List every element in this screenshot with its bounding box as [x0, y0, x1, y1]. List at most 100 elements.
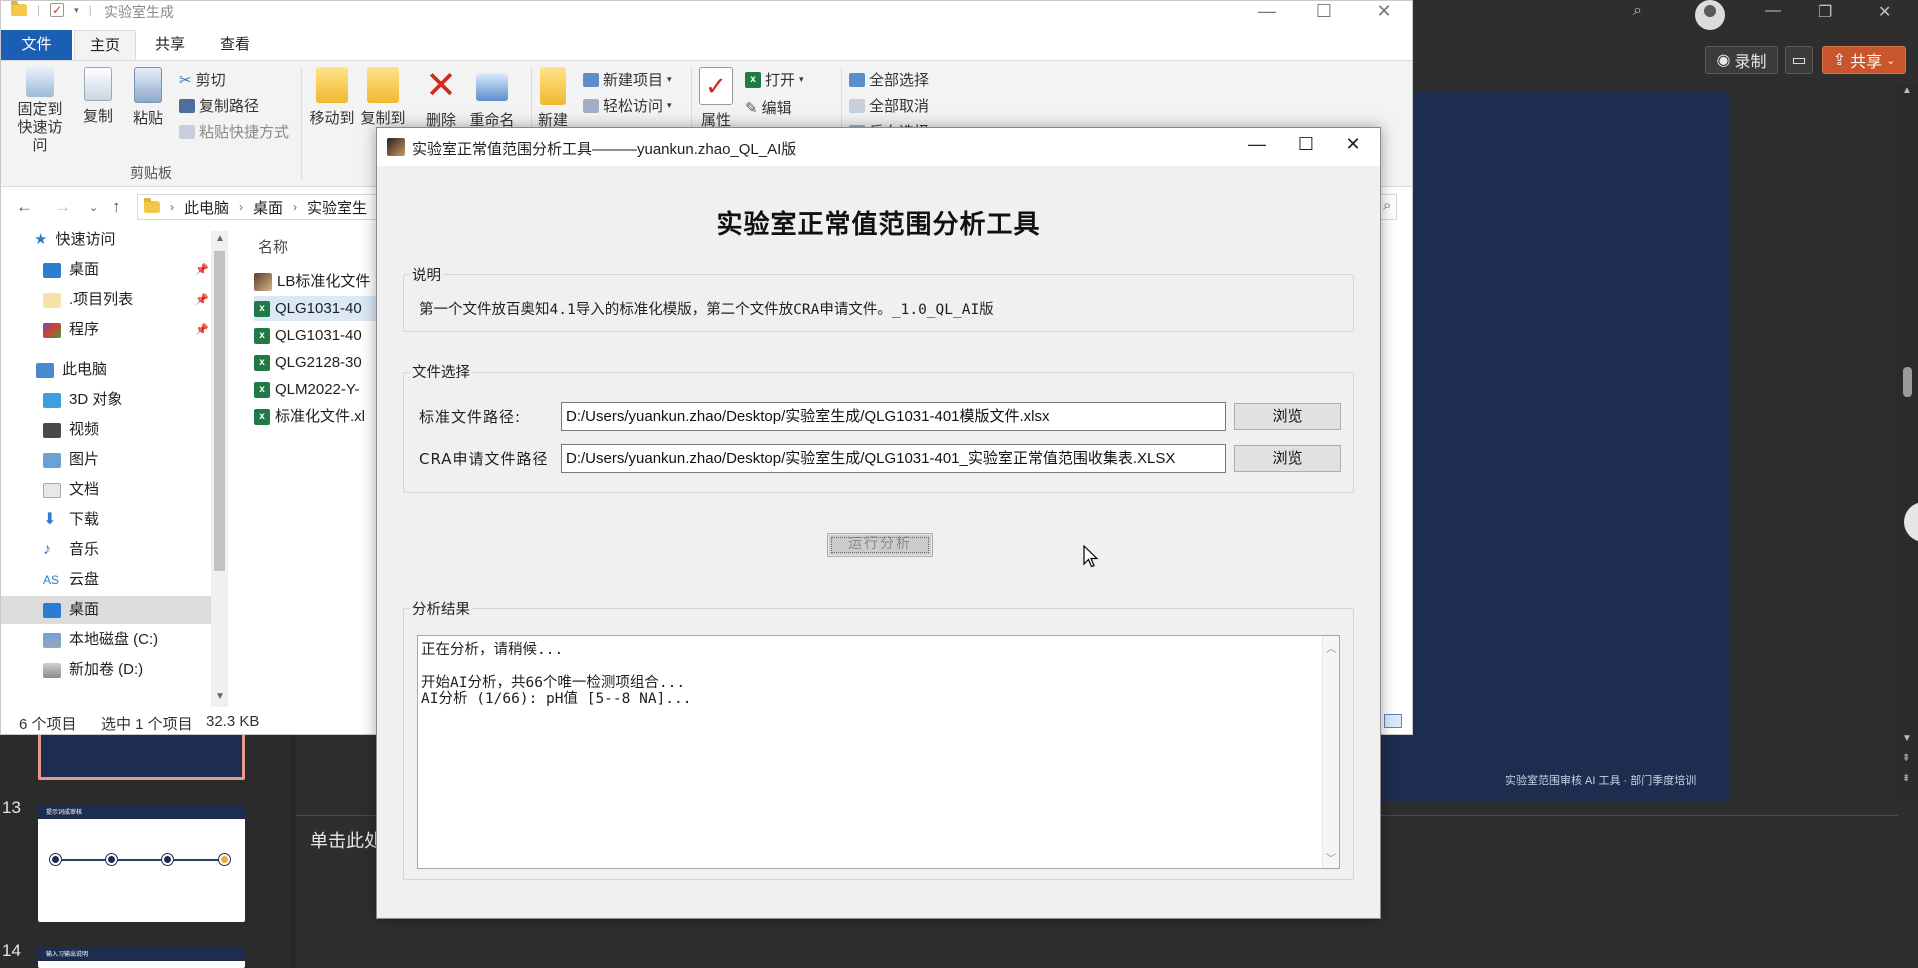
nav-label: 3D 对象	[69, 391, 123, 408]
nav-cloud[interactable]: AS 云盘	[43, 566, 99, 594]
slide-thumbnail-13[interactable]: 提示词成审核	[38, 805, 245, 922]
copy-path-button[interactable]: 复制路径	[179, 95, 259, 116]
move-to-icon	[316, 67, 348, 103]
nav-scrollbar[interactable]: ▲ ▼	[211, 231, 228, 707]
close-icon[interactable]: ✕	[1878, 2, 1891, 22]
nav-downloads[interactable]: ⬇ 下载	[43, 506, 99, 534]
nav-programs[interactable]: 程序 📌	[43, 316, 211, 344]
column-header-name[interactable]: 名称	[258, 236, 288, 257]
properties-check-icon[interactable]: ✓	[50, 3, 65, 17]
up-arrow-icon[interactable]: ↑	[112, 197, 121, 217]
file-item[interactable]: LB标准化文件	[254, 269, 390, 294]
forward-arrow-icon[interactable]: →	[54, 197, 71, 217]
open-button[interactable]: x 打开 ▾	[745, 69, 804, 90]
account-avatar[interactable]	[1695, 0, 1725, 30]
select-all-button[interactable]: 全部选择	[849, 69, 929, 90]
slide-thumbnail-14[interactable]: 输入习输出说明	[38, 947, 245, 968]
close-icon[interactable]: ✕	[1330, 134, 1376, 155]
run-analysis-button[interactable]: 运行分析	[827, 533, 933, 557]
maximize-icon[interactable]: ☐	[1283, 134, 1329, 155]
minimize-icon[interactable]: —	[1765, 2, 1781, 20]
notes-placeholder[interactable]: 单击此处	[310, 827, 382, 853]
new-folder-button[interactable]: 新建	[524, 67, 582, 130]
nav-music[interactable]: ♪ 音乐	[43, 536, 99, 564]
browse-cra-file-button[interactable]: 浏览	[1234, 445, 1341, 472]
search-icon[interactable]: ⌕	[1383, 197, 1391, 214]
scrollbar-thumb[interactable]	[1903, 367, 1912, 397]
prev-slide-icon[interactable]: ⇞	[1902, 753, 1910, 764]
timeline-dot	[50, 854, 61, 865]
nav-documents[interactable]: 文档	[43, 476, 99, 504]
nav-pictures[interactable]: 图片	[43, 446, 99, 474]
nav-desktop-pinned[interactable]: 桌面 📌	[43, 256, 211, 284]
paste-button[interactable]: 粘贴	[119, 67, 177, 128]
nav-local-disk-c[interactable]: 本地磁盘 (C:)	[43, 626, 158, 654]
scrollbar-thumb[interactable]	[214, 251, 225, 571]
nav-this-pc[interactable]: 此电脑	[36, 356, 107, 384]
delete-button[interactable]: ✕ 删除	[412, 67, 470, 130]
breadcrumb-desktop[interactable]: 桌面	[253, 197, 283, 218]
scroll-down-icon[interactable]: ▼	[1902, 733, 1912, 744]
cut-button[interactable]: ✂ 剪切	[179, 69, 226, 90]
folder-icon[interactable]	[11, 1, 27, 16]
restore-icon[interactable]: ❐	[1818, 2, 1832, 22]
tab-view[interactable]: 查看	[206, 30, 264, 60]
nav-videos[interactable]: 视频	[43, 416, 99, 444]
result-scrollbar[interactable]: ︿ ﹀	[1322, 636, 1339, 868]
tab-home[interactable]: 主页	[74, 30, 136, 60]
minimize-icon[interactable]: —	[1234, 134, 1280, 155]
file-item[interactable]: x QLG2128-30	[254, 350, 390, 375]
details-view-icon[interactable]	[1384, 714, 1402, 728]
qat-dropdown-icon[interactable]: ▾	[74, 5, 79, 16]
file-item[interactable]: x 标准化文件.xl	[254, 404, 390, 429]
share-button[interactable]: ⇪ 共享 ⌄	[1822, 46, 1906, 74]
scroll-up-icon[interactable]: ▲	[1902, 85, 1912, 96]
move-to-button[interactable]: 移动到	[303, 67, 361, 128]
comments-button[interactable]: ▭	[1785, 46, 1813, 74]
excel-icon: x	[745, 71, 761, 88]
paste-shortcut-button[interactable]: 粘贴快捷方式	[179, 121, 289, 142]
edit-button[interactable]: ✎ 编辑	[745, 97, 792, 118]
breadcrumb-this-pc[interactable]: 此电脑	[184, 197, 229, 218]
copy-to-button[interactable]: 复制到	[354, 67, 412, 128]
select-none-button[interactable]: 全部取消	[849, 95, 929, 116]
scroll-down-icon[interactable]: ﹀	[1326, 850, 1336, 865]
nav-desktop-selected[interactable]: 桌面	[1, 596, 211, 624]
file-item[interactable]: x QLG1031-40	[254, 323, 390, 348]
slide-scrollbar[interactable]: ▲ ▼ ⇞ ⇟	[1897, 85, 1918, 800]
select-none-label: 全部取消	[869, 98, 930, 115]
recent-locations-icon[interactable]: ⌄	[89, 201, 98, 214]
rename-button[interactable]: 重命名	[463, 67, 521, 130]
cra-file-path-input[interactable]: D:/Users/yuankun.zhao/Desktop/实验室生成/QLG1…	[561, 444, 1226, 473]
scroll-up-icon[interactable]: ▲	[215, 233, 225, 244]
pin-to-quick-access-button[interactable]: 固定到 快速访问	[11, 67, 69, 155]
search-icon[interactable]: ⌕	[1633, 2, 1642, 20]
slide-canvas[interactable]	[1380, 92, 1729, 801]
nav-3d-objects[interactable]: 3D 对象	[43, 386, 122, 414]
scroll-up-icon[interactable]: ︿	[1326, 640, 1336, 655]
analysis-tool-window: 实验室正常值范围分析工具———yuankun.zhao_QL_AI版 — ☐ ✕…	[376, 127, 1381, 919]
nav-quick-access[interactable]: ★ 快速访问	[34, 226, 115, 254]
minimize-icon[interactable]: —	[1244, 1, 1290, 22]
record-button[interactable]: ◉ 录制	[1705, 46, 1778, 74]
result-text-area[interactable]: 正在分析，请稍候... 开始AI分析，共66个唯一检测项组合... AI分析 (…	[417, 635, 1340, 869]
properties-button[interactable]: ✓ 属性	[687, 67, 745, 130]
file-item-selected[interactable]: x QLG1031-40	[254, 296, 390, 321]
breadcrumb-current-folder[interactable]: 实验室生	[307, 197, 367, 218]
tab-share[interactable]: 共享	[141, 30, 199, 60]
nav-new-volume-d[interactable]: 新加卷 (D:)	[43, 656, 143, 684]
maximize-icon[interactable]: ☐	[1301, 1, 1347, 22]
scroll-down-icon[interactable]: ▼	[215, 691, 225, 702]
file-item[interactable]: x QLM2022-Y-	[254, 377, 390, 402]
record-icon: ◉	[1716, 52, 1731, 69]
close-icon[interactable]: ✕	[1361, 1, 1407, 22]
standard-file-path-input[interactable]: D:/Users/yuankun.zhao/Desktop/实验室生成/QLG1…	[561, 402, 1226, 431]
tab-file[interactable]: 文件	[1, 30, 72, 60]
new-item-button[interactable]: 新建项目 ▾	[583, 69, 672, 90]
next-slide-icon[interactable]: ⇟	[1902, 773, 1910, 784]
easy-access-button[interactable]: 轻松访问 ▾	[583, 95, 672, 116]
back-arrow-icon[interactable]: ←	[16, 197, 33, 217]
nav-project-list[interactable]: .项目列表 📌	[43, 286, 211, 314]
browse-standard-file-button[interactable]: 浏览	[1234, 403, 1341, 430]
thumbnail-pane-divider[interactable]	[290, 720, 296, 968]
